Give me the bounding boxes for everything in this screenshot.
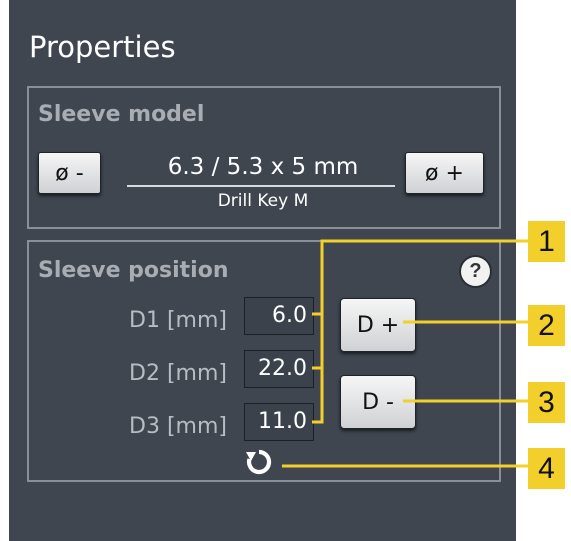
d3-input[interactable]: 11.0	[244, 403, 314, 441]
callout-1: 1	[528, 221, 565, 262]
rotate-reset-icon[interactable]	[245, 448, 273, 476]
callout-3: 3	[528, 382, 565, 423]
increase-diameter-button[interactable]: ø +	[405, 152, 484, 194]
panel-title: Properties	[29, 30, 176, 64]
d-minus-button[interactable]: D -	[340, 375, 416, 429]
help-icon[interactable]: ?	[461, 257, 490, 286]
sleeve-size-value: 6.3 / 5.3 x 5 mm	[167, 154, 359, 180]
sleeve-position-title: Sleeve position	[38, 258, 229, 283]
d1-input[interactable]: 6.0	[244, 297, 314, 335]
d1-label: D1 [mm]	[129, 308, 227, 333]
callout-4: 4	[528, 448, 565, 489]
d3-label: D3 [mm]	[129, 414, 227, 439]
properties-panel: Properties Sleeve model ø - 6.3 / 5.3 x …	[9, 0, 516, 541]
d2-label: D2 [mm]	[129, 361, 227, 386]
decrease-diameter-button[interactable]: ø -	[38, 152, 101, 194]
d-plus-button[interactable]: D +	[340, 298, 416, 352]
sleeve-model-title: Sleeve model	[38, 102, 205, 127]
drill-key-label: Drill Key M	[217, 191, 309, 211]
callout-2: 2	[528, 305, 565, 346]
d2-input[interactable]: 22.0	[244, 350, 314, 388]
sleeve-model-group: Sleeve model ø - 6.3 / 5.3 x 5 mm Drill …	[27, 86, 501, 229]
model-divider	[127, 185, 395, 187]
sleeve-position-group: Sleeve position ? D1 [mm] 6.0 D2 [mm] 22…	[27, 240, 501, 482]
